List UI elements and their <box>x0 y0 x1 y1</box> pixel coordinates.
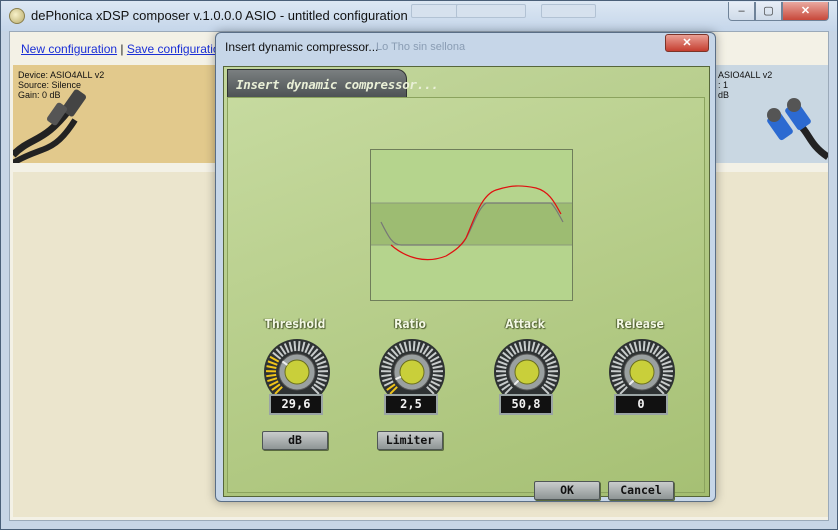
knob-cap <box>399 359 425 385</box>
links-bar: New configuration | Save configuration | <box>21 42 233 56</box>
limiter-button[interactable]: Limiter <box>377 431 443 450</box>
background-link-text: Lo Tho sin sellona <box>376 41 466 53</box>
compressor-panel: Threshold 29,6 dB Ratio 2,5 Limiter Atta… <box>227 97 705 500</box>
minimize-button[interactable]: – <box>728 2 755 21</box>
knob-tick <box>317 373 328 378</box>
release-label: Release <box>616 317 664 331</box>
knob-tick <box>412 341 416 352</box>
app-icon <box>9 8 25 24</box>
ratio-label: Ratio <box>394 317 426 331</box>
compressor-dialog: Insert dynamic compressor... Lo Tho sin … <box>215 32 716 502</box>
knob-tick <box>432 373 443 378</box>
attack-value: 50,8 <box>499 394 553 415</box>
threshold-unit-button[interactable]: dB <box>262 431 328 450</box>
background-toolbar-button <box>456 4 526 18</box>
dialog-close-button[interactable]: ✕ <box>665 34 709 52</box>
knob-tick <box>638 341 642 352</box>
threshold-label: Threshold <box>264 317 326 331</box>
transfer-curve-graph <box>370 149 573 301</box>
knob-cap <box>514 359 540 385</box>
close-button[interactable]: ✕ <box>782 2 829 21</box>
knob-tick <box>266 373 277 378</box>
maximize-button[interactable]: ▢ <box>755 2 782 21</box>
knob-cap <box>629 359 655 385</box>
dialog-body: Insert dynamic compressor... Threshold 2… <box>223 66 710 500</box>
knob-tick <box>662 373 673 378</box>
knob-tick <box>547 373 558 378</box>
dialog-title: Insert dynamic compressor... <box>225 40 379 54</box>
curve-plot <box>371 185 572 261</box>
tab-header: Insert dynamic compressor... <box>227 69 439 98</box>
knob-tick <box>381 373 392 378</box>
knob-tick <box>527 341 531 352</box>
knob-tick <box>642 341 646 352</box>
speakon-cable-icon <box>767 98 828 160</box>
release-value: 0 <box>614 394 668 415</box>
attack-label: Attack <box>505 317 545 331</box>
save-configuration-link[interactable]: Save configuration <box>127 42 226 56</box>
knob-tick <box>611 373 622 378</box>
background-toolbar-button <box>541 4 596 18</box>
ratio-value: 2,5 <box>384 394 438 415</box>
main-titlebar[interactable]: dePhonica xDSP composer v.1.0.0.0 ASIO -… <box>1 1 837 31</box>
knob-tick <box>523 341 527 352</box>
ok-button[interactable]: OK <box>534 481 600 500</box>
output-device-panel[interactable]: ASIO4ALL v2 : 1 dB <box>710 65 828 163</box>
knob-tick <box>297 341 301 352</box>
threshold-value: 29,6 <box>269 394 323 415</box>
knob-tick <box>408 341 412 352</box>
new-configuration-link[interactable]: New configuration <box>21 42 117 56</box>
input-device-panel[interactable]: Device: ASIO4ALL v2 Source: Silence Gain… <box>13 65 221 163</box>
knob-tick <box>293 341 297 352</box>
window-title: dePhonica xDSP composer v.1.0.0.0 ASIO -… <box>31 8 408 23</box>
link-separator: | <box>120 42 124 56</box>
tab-title: Insert dynamic compressor... <box>236 77 439 92</box>
cancel-button[interactable]: Cancel <box>608 481 674 500</box>
xlr-cable-icon <box>13 89 87 163</box>
knob-cap <box>284 359 310 385</box>
knob-tick <box>496 373 507 378</box>
